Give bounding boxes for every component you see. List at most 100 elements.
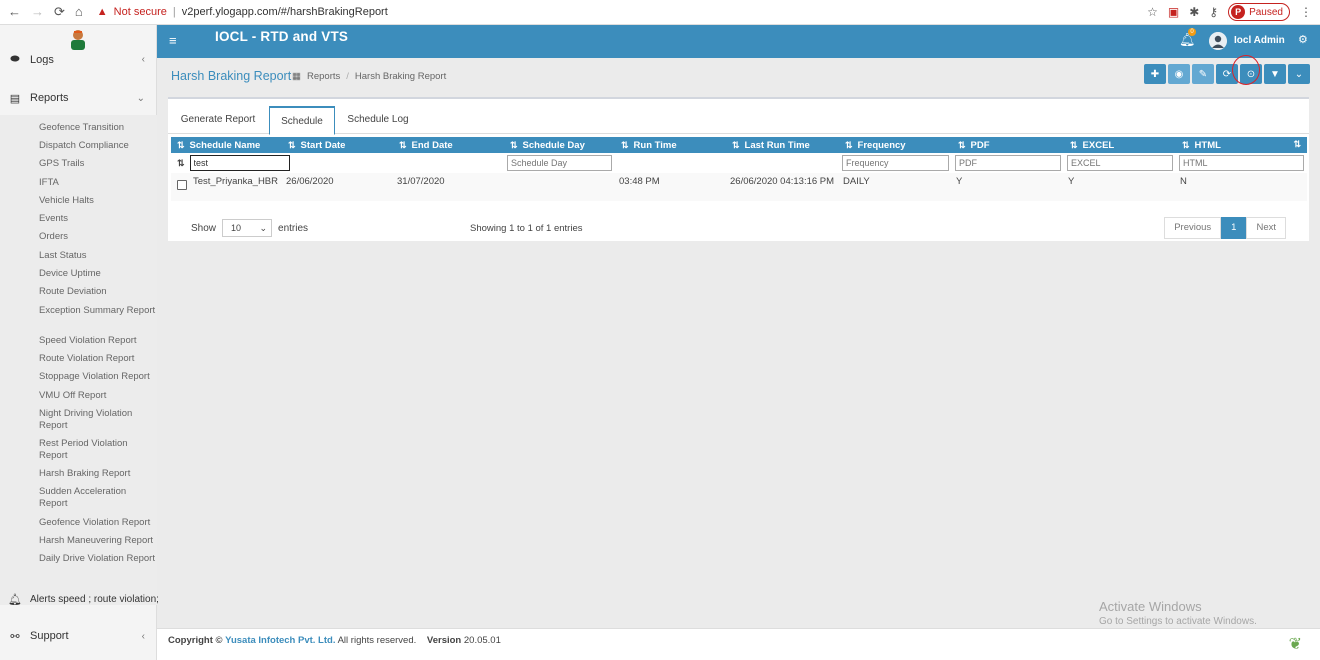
submenu-item[interactable]: Route Violation Report: [39, 353, 157, 365]
submenu-item[interactable]: Device Uptime: [39, 268, 157, 280]
submenu-item[interactable]: Rest Period Violation Report: [39, 438, 157, 462]
submenu-item[interactable]: Harsh Maneuvering Report: [39, 535, 157, 547]
profile-avatar: P: [1231, 5, 1246, 19]
more-dropdown-button[interactable]: ⌄: [1288, 64, 1310, 84]
user-avatar[interactable]: [1209, 32, 1227, 50]
chevron-left-icon: ‹: [141, 53, 145, 65]
column-header[interactable]: ⇅ PDF: [952, 137, 1064, 153]
column-header[interactable]: ⇅ Start Date: [282, 137, 393, 153]
column-header[interactable]: ⇅ Schedule Name: [171, 137, 282, 153]
submenu-item[interactable]: Geofence Transition: [39, 122, 157, 134]
browser-actions: ☆ ▣ ✱ ⚷ P Paused ⋮: [1147, 3, 1312, 21]
submenu-item[interactable]: Stoppage Violation Report: [39, 371, 157, 383]
home-icon[interactable]: ⌂: [75, 4, 83, 20]
back-icon[interactable]: ←: [8, 4, 21, 20]
filter-excel-input[interactable]: [1067, 155, 1173, 171]
reload-icon[interactable]: ⟳: [54, 4, 65, 20]
kebab-menu-icon[interactable]: ⋮: [1300, 5, 1312, 19]
settings-gears-icon[interactable]: ⚙: [1298, 33, 1308, 46]
star-icon[interactable]: ☆: [1147, 5, 1158, 19]
hamburger-icon[interactable]: ≡: [169, 33, 177, 48]
cell-start-date: 26/06/2020: [282, 173, 393, 201]
sort-icon: ⇅: [399, 139, 407, 150]
column-header[interactable]: ⇅ Run Time: [615, 137, 726, 153]
tab-schedule-log[interactable]: Schedule Log: [340, 106, 416, 134]
address-bar[interactable]: ▲ Not secure | v2perf.ylogapp.com/#/hars…: [97, 6, 388, 18]
url-text: v2perf.ylogapp.com/#/harshBrakingReport: [181, 6, 388, 18]
sort-icon: ⇅: [958, 139, 966, 150]
filter-cell: [952, 153, 1064, 173]
view-button[interactable]: ◉: [1168, 64, 1190, 84]
page-1-button[interactable]: 1: [1221, 217, 1247, 239]
column-header[interactable]: ⇅ EXCEL: [1064, 137, 1176, 153]
puzzle-icon[interactable]: ✱: [1189, 5, 1199, 19]
submenu-item[interactable]: Route Deviation: [39, 286, 157, 298]
submenu-item[interactable]: Vehicle Halts: [39, 195, 157, 207]
sidebar: ⬬ Logs ‹ ▤ Reports ⌄ Geofence Transition…: [0, 25, 159, 660]
submenu-item[interactable]: Geofence Violation Report: [39, 517, 157, 529]
key-icon[interactable]: ⚷: [1209, 5, 1218, 19]
add-button[interactable]: ✚: [1144, 64, 1166, 84]
submenu-item[interactable]: Dispatch Compliance: [39, 140, 157, 152]
filter-button[interactable]: ▼: [1264, 64, 1286, 84]
sidebar-item-support[interactable]: ⚯ Support ‹: [0, 629, 157, 643]
submenu-item[interactable]: Exception Summary Report: [39, 305, 157, 317]
page-size-select[interactable]: 10 ⌄: [222, 219, 273, 237]
submenu-item[interactable]: Orders: [39, 231, 157, 243]
sort-icon: ⇅: [621, 139, 629, 150]
breadcrumb-root[interactable]: Reports: [307, 71, 340, 82]
profile-paused-button[interactable]: P Paused: [1228, 3, 1290, 21]
column-header[interactable]: ⇅ Last Run Time: [726, 137, 839, 153]
column-header[interactable]: ⇅ Schedule Day: [504, 137, 615, 153]
filter-frequency-input[interactable]: [842, 155, 949, 171]
row-checkbox[interactable]: [177, 180, 187, 190]
entries-label: entries: [278, 222, 309, 234]
submenu-item[interactable]: Sudden Acceleration Report: [39, 486, 157, 510]
submenu-item[interactable]: Night Driving Violation Report: [39, 408, 157, 432]
column-header[interactable]: ⇅ Frequency: [839, 137, 952, 153]
extension-icon[interactable]: ▣: [1168, 5, 1179, 19]
submenu-item[interactable]: VMU Off Report: [39, 390, 157, 402]
watermark-title: Activate Windows: [1099, 599, 1202, 614]
column-header[interactable]: ⇅ End Date: [393, 137, 504, 153]
rights-text: All rights reserved.: [337, 635, 417, 646]
reports-submenu: Geofence Transition Dispatch Compliance …: [0, 115, 157, 605]
table-row[interactable]: Test_Priyanka_HBR 26/06/2020 31/07/2020 …: [171, 173, 1307, 201]
submenu-item[interactable]: GPS Trails: [39, 158, 157, 170]
submenu-item[interactable]: Speed Violation Report: [39, 335, 157, 347]
content-header: Harsh Braking Report ▦ Reports / Harsh B…: [157, 55, 1320, 94]
previous-page-button[interactable]: Previous: [1164, 217, 1222, 239]
tab-generate-report[interactable]: Generate Report: [174, 106, 262, 134]
submenu-item[interactable]: Last Status: [39, 250, 157, 262]
windows-activation-watermark: Activate Windows Go to Settings to activ…: [1099, 599, 1257, 627]
sidebar-item-alerts[interactable]: 🔔︎ Alerts speed ; route violation;: [0, 592, 159, 606]
edit-button[interactable]: ✎: [1192, 64, 1214, 84]
user-name[interactable]: Iocl Admin: [1234, 35, 1285, 46]
sort-icon: ⇅: [177, 157, 185, 168]
filter-pdf-input[interactable]: [955, 155, 1061, 171]
column-header[interactable]: ⇅ HTML ⇅: [1176, 137, 1307, 153]
tab-bar: Generate Report Schedule Schedule Log: [168, 106, 1309, 135]
company-link[interactable]: Yusata Infotech Pvt. Ltd.: [225, 635, 335, 646]
filter-html-input[interactable]: [1179, 155, 1304, 171]
tab-schedule[interactable]: Schedule: [269, 106, 335, 135]
filter-schedule-day-input[interactable]: [507, 155, 612, 171]
sidebar-item-reports[interactable]: ▤ Reports ⌄: [0, 91, 157, 105]
submenu-item[interactable]: Events: [39, 213, 157, 225]
submenu-item[interactable]: Harsh Braking Report: [39, 468, 157, 480]
forward-icon[interactable]: →: [31, 4, 44, 20]
schedule-table: ⇅ Schedule Name ⇅ Start Date ⇅ End Date ⇅ Sc…: [171, 137, 1307, 201]
column-label: Last Run Time: [744, 139, 810, 151]
sidebar-item-logs[interactable]: ⬬ Logs ‹: [0, 53, 157, 65]
submenu-item[interactable]: IFTA: [39, 177, 157, 189]
submenu-item[interactable]: Daily Drive Violation Report: [39, 553, 157, 565]
report-box: Generate Report Schedule Schedule Log ⇅ S…: [168, 97, 1309, 241]
page-size-value: 10: [231, 223, 242, 233]
column-label: Frequency: [857, 139, 906, 151]
next-page-button[interactable]: Next: [1246, 217, 1286, 239]
table-info: Showing 1 to 1 of 1 entries: [470, 223, 583, 234]
page-title: Harsh Braking Report: [171, 69, 292, 83]
breadcrumb-current: Harsh Braking Report: [354, 71, 447, 82]
reports-icon: ▤: [9, 92, 21, 105]
filter-schedule-name-input[interactable]: [189, 155, 290, 171]
